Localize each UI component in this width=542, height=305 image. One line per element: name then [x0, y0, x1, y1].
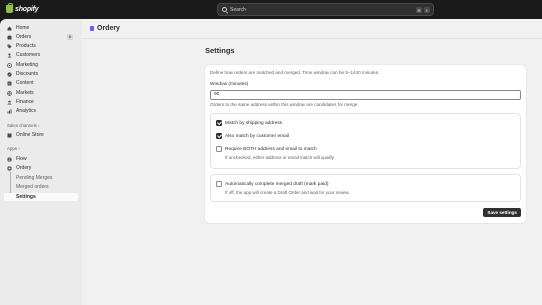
ordery-app-icon [90, 26, 94, 31]
auto-complete-option[interactable]: Automatically complete merged draft (mar… [216, 181, 328, 187]
sidebar-item-label: Marketing [16, 62, 38, 68]
sidebar-item-online-store[interactable]: Online Store [4, 131, 78, 139]
k-key-hint: K [424, 7, 430, 13]
store-icon [7, 133, 12, 138]
app-icon [7, 166, 12, 171]
sidebar-item-label: Finance [16, 99, 34, 105]
sidebar-item-label: Home [16, 25, 30, 31]
content-icon [7, 81, 12, 86]
top-bar: shopify Search ⌘ K [0, 0, 542, 19]
shopify-bag-icon [6, 3, 13, 13]
settings-description: Define how orders are matched and merged… [210, 70, 380, 75]
chevron-right-icon: › [38, 123, 40, 128]
orders-count-badge: 6 [66, 34, 73, 40]
sidebar: Home Orders 6 Products Customers Marketi… [0, 19, 82, 305]
sidebar-item-label: Discounts [16, 71, 38, 77]
flow-icon [7, 157, 12, 162]
window-field-label: Window (minutes) [210, 82, 249, 87]
app-header: Ordery [82, 19, 542, 39]
sidebar-item-label: Merged orders [16, 184, 49, 190]
window-minutes-input[interactable]: 90 [210, 90, 521, 100]
sidebar-item-ordery[interactable]: Ordery [4, 164, 78, 172]
sidebar-item-finance[interactable]: Finance [4, 98, 78, 106]
tag-icon [7, 44, 12, 49]
checkbox-label: Automatically complete merged draft (mar… [225, 181, 329, 187]
sidebar-item-label: Online Store [16, 132, 44, 138]
settings-card: Define how orders are matched and merged… [205, 65, 526, 223]
sidebar-item-marketing[interactable]: Marketing [4, 61, 78, 69]
sidebar-subitem-pending-merges[interactable]: Pending Merges [4, 174, 78, 182]
discount-icon [7, 71, 12, 77]
shopify-logo[interactable]: shopify [6, 3, 39, 13]
target-icon [7, 62, 12, 68]
sidebar-item-label: Orders [16, 34, 32, 40]
home-icon [7, 26, 12, 31]
sidebar-item-label: Content [16, 80, 34, 86]
match-email-checkbox[interactable] [216, 133, 222, 139]
sales-channels-label[interactable]: Sales channels › [7, 123, 39, 128]
globe-icon [7, 90, 12, 96]
sidebar-item-label: Settings [16, 194, 36, 200]
auto-complete-help: If off, the app will create a Draft Orde… [225, 190, 350, 195]
chevron-right-icon: › [18, 146, 20, 151]
sidebar-item-products[interactable]: Products [4, 42, 78, 50]
sidebar-item-label: Products [16, 43, 36, 49]
sidebar-subitem-settings[interactable]: Settings [4, 193, 78, 201]
search-placeholder: Search [230, 6, 246, 13]
sidebar-item-analytics[interactable]: Analytics [4, 107, 78, 115]
sidebar-item-label: Customers [16, 52, 41, 58]
sidebar-item-markets[interactable]: Markets [4, 89, 78, 97]
person-icon [7, 52, 12, 58]
sidebar-item-discounts[interactable]: Discounts [4, 70, 78, 78]
sidebar-item-home[interactable]: Home [4, 24, 78, 32]
brand-name: shopify [15, 5, 39, 13]
checkbox-label: Require BOTH address and email to match [225, 146, 317, 152]
auto-complete-checkbox[interactable] [216, 181, 222, 187]
sidebar-item-customers[interactable]: Customers [4, 51, 78, 59]
bank-icon [7, 100, 12, 105]
command-key-hint: ⌘ [416, 7, 422, 13]
orders-icon [7, 35, 12, 40]
require-both-help: If unchecked, either address or email ma… [225, 155, 335, 160]
checkbox-label: Also match by customer email [225, 133, 289, 139]
window-help-text: Orders to the same address within this w… [210, 102, 359, 107]
apps-label[interactable]: Apps › [7, 146, 20, 151]
sidebar-item-content[interactable]: Content [4, 79, 78, 87]
match-options-section: Match by shipping address Also match by … [210, 113, 521, 169]
sidebar-item-orders[interactable]: Orders 6 [4, 33, 78, 41]
sidebar-subitem-merged-orders[interactable]: Merged orders [4, 183, 78, 191]
search-bar[interactable]: Search ⌘ K [217, 3, 434, 16]
sidebar-item-label: Flow [16, 156, 27, 162]
draft-options-section: Automatically complete merged draft (mar… [210, 174, 521, 202]
chart-icon [7, 109, 12, 114]
match-shipping-checkbox[interactable] [216, 120, 222, 126]
sidebar-item-label: Markets [16, 90, 34, 96]
save-settings-button[interactable]: Save settings [483, 208, 521, 217]
match-email-option[interactable]: Also match by customer email [216, 133, 289, 139]
main-content: Ordery Settings Define how orders are ma… [82, 19, 542, 305]
sidebar-item-label: Pending Merges [16, 175, 53, 181]
checkbox-label: Match by shipping address [225, 120, 283, 126]
match-shipping-option[interactable]: Match by shipping address [216, 120, 282, 126]
search-icon [222, 7, 227, 12]
require-both-checkbox[interactable] [216, 146, 222, 152]
sidebar-item-flow[interactable]: Flow [4, 155, 78, 163]
page-title: Settings [205, 46, 235, 55]
app-title: Ordery [97, 25, 120, 32]
require-both-option[interactable]: Require BOTH address and email to match [216, 146, 317, 152]
sidebar-item-label: Ordery [16, 165, 32, 171]
sidebar-item-label: Analytics [16, 108, 37, 114]
